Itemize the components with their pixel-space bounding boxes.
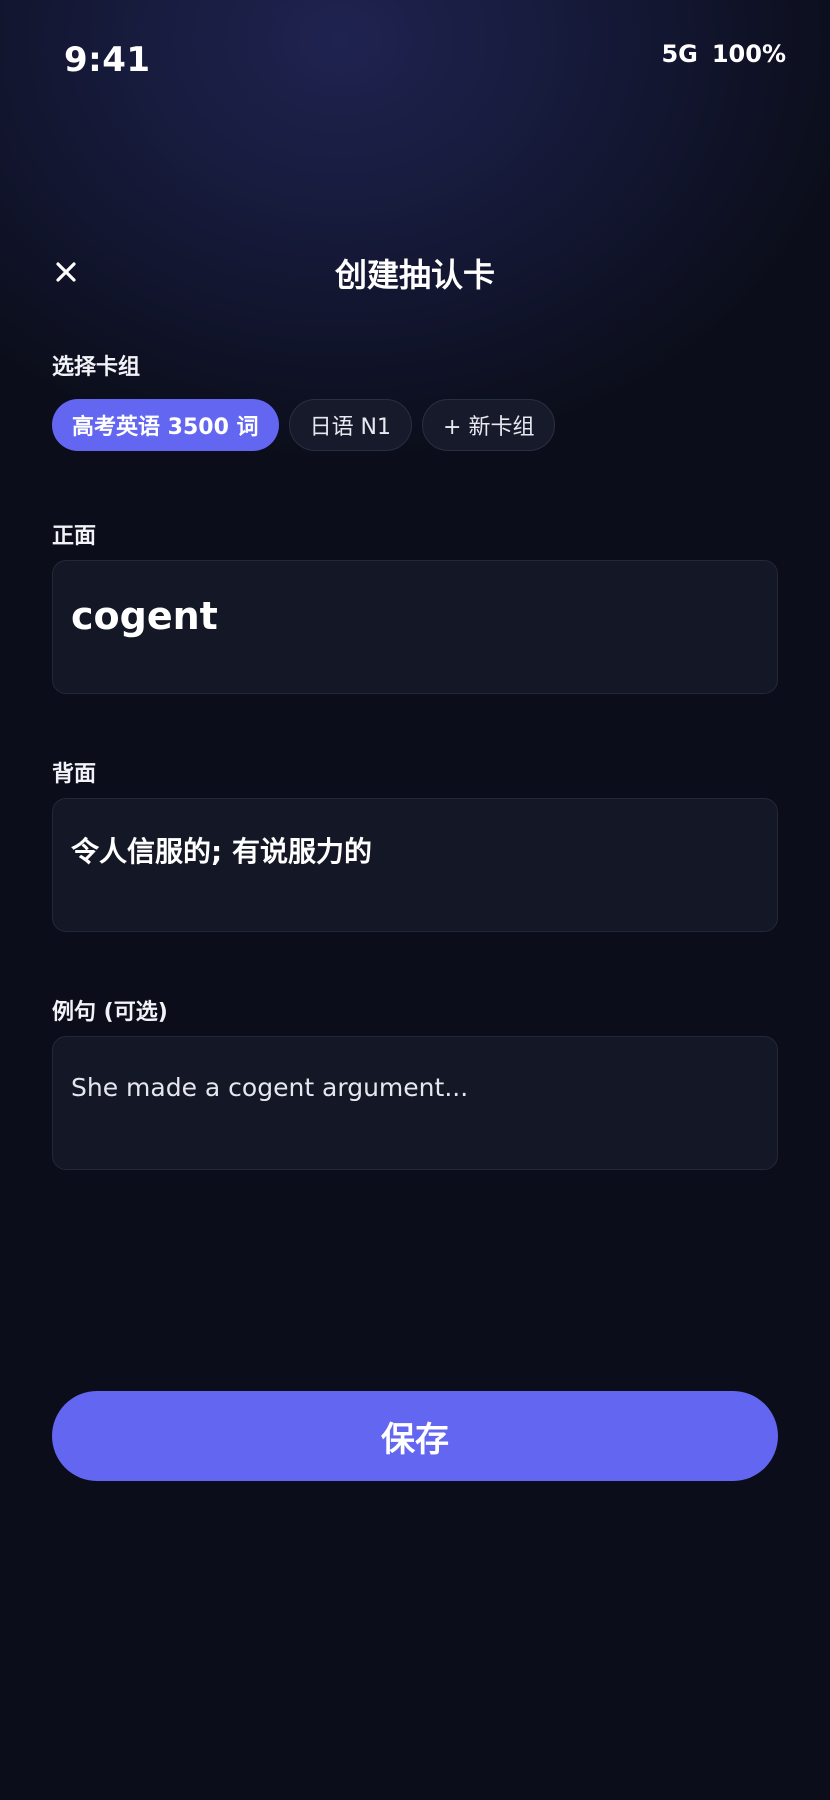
deck-select-label: 选择卡组 <box>52 355 141 380</box>
deck-chip-japanese-n1[interactable]: 日语 N1 <box>288 399 413 451</box>
header: 创建抽认卡 <box>0 240 830 304</box>
new-deck-button[interactable]: + 新卡组 <box>422 399 556 451</box>
back-field[interactable]: 令人信服的; 有说服力的 <box>52 798 778 932</box>
deck-chip-list: 高考英语 3500 词 日语 N1 + 新卡组 <box>52 399 556 451</box>
front-value: cogent <box>71 594 218 638</box>
back-value: 令人信服的; 有说服力的 <box>71 835 372 868</box>
network-indicator: 5G <box>661 40 698 68</box>
page-title: 创建抽认卡 <box>334 256 495 294</box>
deck-chip-label: 日语 N1 <box>309 415 392 440</box>
deck-chip-label: 高考英语 3500 词 <box>72 415 259 440</box>
example-label: 例句 (可选) <box>52 1000 168 1025</box>
status-bar: 9:41 5G 100% <box>0 0 830 110</box>
battery-indicator: 100% <box>711 40 786 68</box>
deck-chip-label: + 新卡组 <box>443 415 535 440</box>
status-time: 9:41 <box>64 40 151 80</box>
example-field[interactable]: She made a cogent argument... <box>52 1036 778 1170</box>
front-field[interactable]: cogent <box>52 560 778 694</box>
back-label: 背面 <box>52 762 97 787</box>
example-placeholder: She made a cogent argument... <box>71 1073 469 1102</box>
save-button[interactable]: 保存 <box>52 1391 778 1481</box>
front-label: 正面 <box>52 524 97 549</box>
deck-chip-gaokao[interactable]: 高考英语 3500 词 <box>52 399 279 451</box>
status-indicators: 5G 100% <box>661 40 786 68</box>
